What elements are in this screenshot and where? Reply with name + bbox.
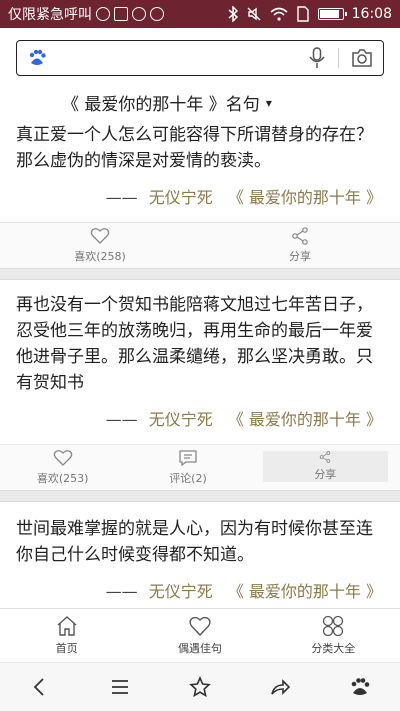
mute-icon [247,7,261,21]
like-button[interactable]: 喜欢(258) [0,223,200,268]
quote-source: —— 无仪宁死 《 最爱你的那十年 》 [105,410,382,429]
quote-book[interactable]: 《 最爱你的那十年 》 [228,410,382,429]
tab-home[interactable]: 首页 [0,609,133,662]
card-separator [0,490,400,502]
page-title[interactable]: 《 最爱你的那十年 》名句 ▾ [62,90,272,115]
page-title-text: 《 最爱你的那十年 》名句 [62,95,260,115]
tab-categories[interactable]: 分类大全 [267,609,400,662]
quote-book[interactable]: 《 最爱你的那十年 》 [228,582,382,601]
quote-card: 真正爱一个人怎么可能容得下所谓替身的存在？那么虚伪的情深是对爱情的亵渎。 —— … [0,120,400,268]
quote-source: —— 无仪宁死 《 最爱你的那十年 》 [105,188,382,207]
chevron-left-icon [33,678,44,696]
quote-card: 世间最难掌握的就是人心，因为有时候你甚至连你自己什么时候变得都不知道。 —— 无… [0,502,400,602]
dropdown-caret-icon: ▾ [265,95,272,110]
camera-icon[interactable] [351,48,373,68]
sync-icon [96,7,110,21]
clover-icon [323,615,344,637]
back-button[interactable] [20,667,60,707]
share-icon [320,451,331,463]
clock: 16:08 [351,6,392,22]
comment-button[interactable]: 评论(2) [125,445,250,490]
like-button[interactable]: 喜欢(253) [0,445,125,490]
battery-icon [317,8,347,20]
quote-actions: 喜欢(258) 分享 [0,222,400,268]
status-bar: 仅限紧急呼叫 16:08 [0,0,400,28]
header: 《 最爱你的那十年 》名句 ▾ [0,28,400,120]
heart-icon [53,450,72,466]
home-icon [57,616,77,636]
quote-source: —— 无仪宁死 《 最爱你的那十年 》 [105,582,382,601]
microphone-icon[interactable] [308,47,326,69]
heart-icon [90,228,110,244]
quote-actions: 喜欢(253) 评论(2) 分享 [0,444,400,490]
menu-icon [112,680,128,694]
baidu-paw-icon [29,49,46,65]
comment-count: 评论(2) [169,472,207,485]
card-separator [0,268,400,280]
share-label: 分享 [289,250,311,263]
share-button[interactable]: 分享 [262,451,388,482]
search-divider [338,48,339,68]
image-icon [114,7,128,21]
share-icon [292,227,308,245]
tab-random-label: 偶遇佳句 [177,642,222,655]
heart-icon [189,616,211,637]
quote-feed[interactable]: 真正爱一个人怎么可能容得下所谓替身的存在？那么虚伪的情深是对爱情的亵渎。 —— … [0,120,400,608]
search-input[interactable] [55,43,300,73]
tab-home-label: 首页 [55,642,78,655]
baidu-home-button[interactable] [340,667,380,707]
baidu-paw-icon [351,678,370,695]
quote-card: 再也没有一个贺知书能陪蒋文旭过七年苦日子，忍受他三年的放荡晚归，再用生命的最后一… [0,280,400,490]
quote-book[interactable]: 《 最爱你的那十年 》 [228,188,382,207]
like-count: 喜欢(258) [74,250,126,263]
like-count: 喜欢(253) [36,472,89,485]
quote-author[interactable]: 无仪宁死 [149,188,213,207]
share-label: 分享 [314,468,337,481]
quote-text: 世间最难掌握的就是人心，因为有时候你甚至连你自己什么时候变得都不知道。 [16,519,373,565]
search-bar[interactable] [16,40,384,76]
menu-button[interactable] [100,667,140,707]
forward-arrow-icon [271,679,291,695]
tab-categories-label: 分类大全 [311,642,356,655]
wifi-icon [270,7,288,21]
tab-random[interactable]: 偶遇佳句 [133,609,266,662]
sim-icon [296,6,309,22]
comment-icon [179,450,197,467]
bottom-tab-bar: 首页 偶遇佳句 分类大全 [0,608,400,662]
bookmark-button[interactable] [180,667,220,707]
quote-text: 再也没有一个贺知书能陪蒋文旭过七年苦日子，忍受他三年的放荡晚归，再用生命的最后一… [16,295,373,393]
quote-author[interactable]: 无仪宁死 [149,410,213,429]
sync-icon [132,7,146,21]
share-button[interactable]: 分享 [200,223,400,268]
browser-nav-bar [0,662,400,711]
bluetooth-icon [228,6,238,22]
carrier-text: 仅限紧急呼叫 [8,7,92,23]
sync-icon [150,7,164,21]
quote-text: 真正爱一个人怎么可能容得下所谓替身的存在？那么虚伪的情深是对爱情的亵渎。 [16,125,373,171]
star-icon [189,676,211,698]
quote-author[interactable]: 无仪宁死 [149,582,213,601]
forward-share-button[interactable] [260,667,300,707]
